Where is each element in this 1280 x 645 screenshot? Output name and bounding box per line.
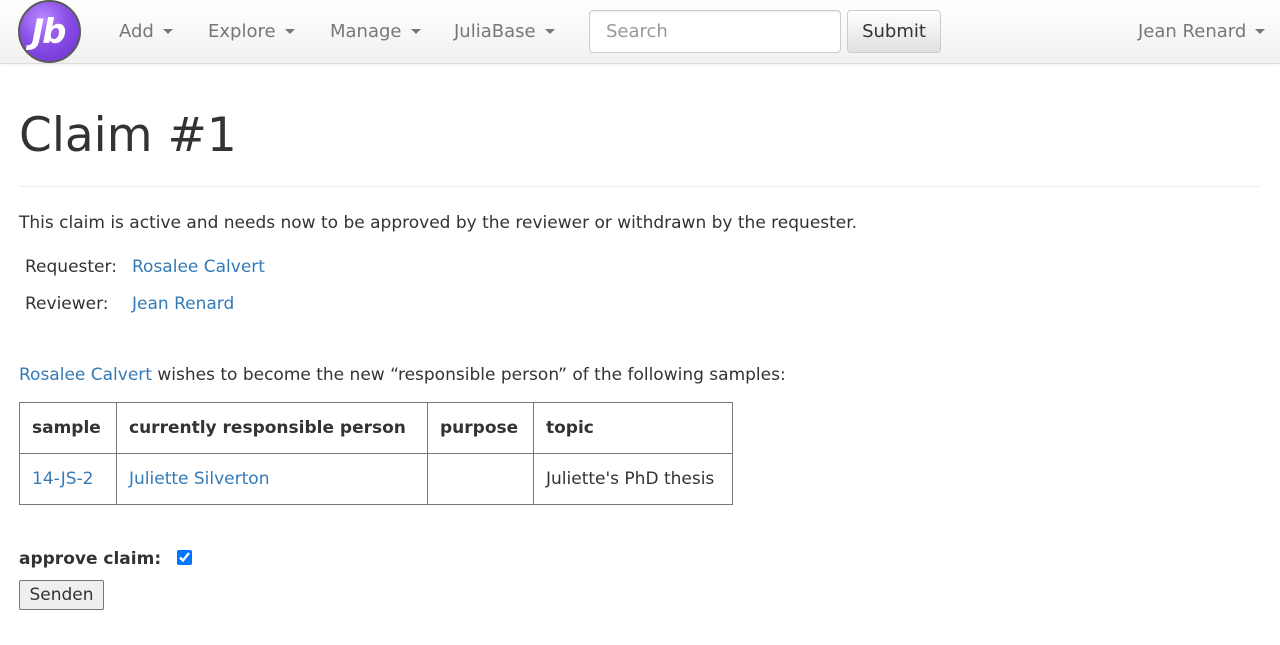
column-header-purpose: purpose — [427, 402, 534, 454]
table-header-row: sample currently responsible person purp… — [19, 402, 733, 454]
caret-down-icon — [1255, 29, 1266, 34]
top-navbar: Jb Add Explore Manage JuliaBase Submit J… — [0, 0, 1280, 64]
caret-down-icon — [544, 29, 555, 34]
sample-cell: 14-JS-2 — [19, 453, 117, 505]
nav-menu-label: Add — [119, 21, 154, 42]
responsible-person-link[interactable]: Juliette Silverton — [129, 469, 269, 489]
requester-label: Requester: — [25, 257, 117, 277]
caret-down-icon — [284, 29, 295, 34]
approve-claim-label: approve claim: — [19, 549, 162, 569]
purpose-cell — [427, 453, 534, 505]
nav-menu-explore[interactable]: Explore — [208, 0, 295, 63]
approve-claim-checkbox[interactable] — [177, 550, 192, 565]
topic-cell: Juliette's PhD thesis — [533, 453, 733, 505]
reviewer-label: Reviewer: — [25, 294, 109, 314]
requester-link[interactable]: Rosalee Calvert — [132, 257, 265, 277]
user-menu-label: Jean Renard — [1138, 21, 1247, 42]
nav-menu-label: Explore — [208, 21, 276, 42]
nav-menu-label: Manage — [330, 21, 402, 42]
column-header-topic: topic — [533, 402, 733, 454]
nav-menu-add[interactable]: Add — [119, 0, 173, 63]
send-button[interactable]: Senden — [19, 580, 104, 610]
claim-description: Rosalee Calvert wishes to become the new… — [19, 365, 786, 385]
samples-table: sample currently responsible person purp… — [19, 402, 733, 505]
juliabase-logo[interactable]: Jb — [18, 0, 81, 63]
sample-link[interactable]: 14-JS-2 — [32, 469, 93, 489]
search-input[interactable] — [589, 10, 841, 53]
nav-menu-label: JuliaBase — [454, 21, 536, 42]
wish-user-link[interactable]: Rosalee Calvert — [19, 365, 152, 385]
claim-status-text: This claim is active and needs now to be… — [19, 213, 858, 233]
user-menu[interactable]: Jean Renard — [1138, 0, 1266, 63]
column-header-responsible-person: currently responsible person — [116, 402, 428, 454]
caret-down-icon — [162, 29, 173, 34]
wish-text: wishes to become the new “responsible pe… — [151, 365, 786, 385]
column-header-sample: sample — [19, 402, 117, 454]
title-divider — [19, 186, 1260, 187]
page-title: Claim #1 — [19, 108, 237, 163]
nav-menu-manage[interactable]: Manage — [330, 0, 421, 63]
search-submit-button[interactable]: Submit — [847, 10, 941, 53]
responsible-person-cell: Juliette Silverton — [116, 453, 428, 505]
logo-text: Jb — [31, 11, 67, 52]
reviewer-link[interactable]: Jean Renard — [132, 294, 234, 314]
nav-menu-juliabase[interactable]: JuliaBase — [454, 0, 555, 63]
caret-down-icon — [410, 29, 421, 34]
table-row: 14-JS-2 Juliette Silverton Juliette's Ph… — [19, 453, 733, 505]
